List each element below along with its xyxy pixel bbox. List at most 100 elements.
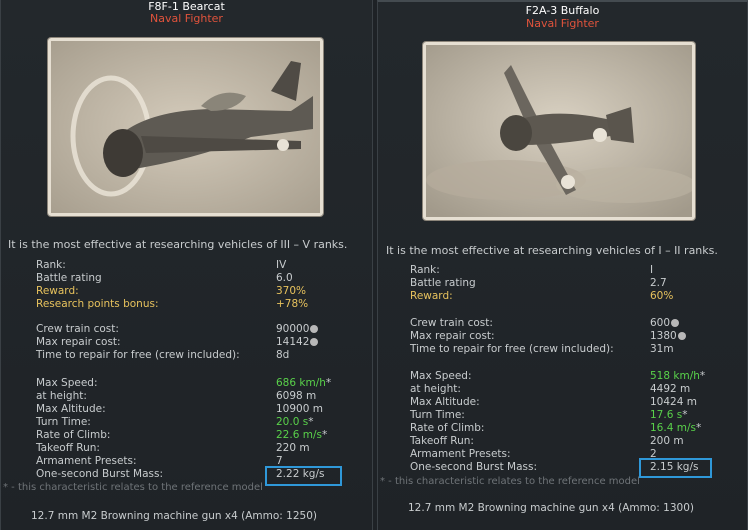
stat-label: Rate of Climb: (410, 422, 485, 434)
stat-label: Battle rating (36, 272, 102, 284)
vehicle-card-f8f-1: F8F-1 Bearcat Naval Fighter It is the mo… (0, 0, 373, 530)
stat-value: 1380 (650, 330, 686, 343)
stat-label: Rank: (410, 264, 440, 276)
stat-row: Max Speed: 686 km/h* (36, 377, 366, 390)
stat-row: Battle rating 2.7 (410, 277, 740, 290)
stat-value: 16.4 m/s* (650, 422, 702, 434)
reference-footnote: * - this characteristic relates to the r… (380, 476, 640, 487)
stat-value: 370% (276, 285, 307, 297)
stat-label: Time to repair for free (crew included): (36, 349, 240, 361)
silver-lions-icon (310, 325, 319, 333)
stat-value: 20.0 s* (276, 416, 314, 428)
research-note: It is the most effective at researching … (8, 238, 348, 251)
stat-row: Rate of Climb: 16.4 m/s* (410, 422, 740, 435)
stat-value: 4492 m (650, 383, 691, 395)
stat-row: Battle rating 6.0 (36, 272, 366, 285)
reference-star: * (321, 429, 328, 441)
stat-value: 6098 m (276, 390, 317, 402)
stat-label: Max Altitude: (410, 396, 480, 408)
stat-value: 2.7 (650, 277, 667, 289)
stat-label: Crew train cost: (410, 317, 493, 329)
stat-value: 22.6 m/s* (276, 429, 328, 441)
stat-label: Takeoff Run: (36, 442, 100, 454)
stat-row: Time to repair for free (crew included):… (410, 343, 740, 356)
research-note: It is the most effective at researching … (386, 244, 718, 257)
stat-value: 600 (650, 317, 680, 330)
stat-label: One-second Burst Mass: (410, 461, 538, 473)
stat-row: Reward: 370% (36, 285, 366, 298)
burst-mass-highlight (265, 466, 342, 486)
stat-row: at height: 6098 m (36, 390, 366, 403)
silver-lions-icon (310, 338, 319, 346)
stat-label: Max Speed: (36, 377, 98, 389)
aircraft-photo (423, 42, 695, 220)
stat-row: Turn Time: 20.0 s* (36, 416, 366, 429)
stat-value: 686 km/h* (276, 377, 332, 389)
stat-row: Max repair cost: 1380 (410, 330, 740, 343)
stat-value: 31m (650, 343, 674, 355)
vehicle-name: F2A-3 Buffalo (525, 4, 600, 17)
reference-footnote: * - this characteristic relates to the r… (3, 482, 263, 493)
stat-value: 90000 (276, 323, 319, 336)
stat-label: Research points bonus: (36, 298, 159, 310)
stat-label: Armament Presets: (410, 448, 511, 460)
stat-value: 10424 m (650, 396, 697, 408)
stat-label: Rank: (36, 259, 66, 271)
reference-star: * (682, 409, 688, 421)
stat-row: Max Speed: 518 km/h* (410, 370, 740, 383)
stat-value: I (650, 264, 654, 276)
stat-row: Reward: 60% (410, 290, 740, 303)
silver-lions-icon (671, 319, 680, 327)
stat-label: Rate of Climb: (36, 429, 111, 441)
stat-row: Max Altitude: 10900 m (36, 403, 366, 416)
stat-row: Turn Time: 17.6 s* (410, 409, 740, 422)
stat-label: Takeoff Run: (410, 435, 474, 447)
stat-value: 220 m (276, 442, 310, 454)
stat-row: Takeoff Run: 200 m (410, 435, 740, 448)
stat-label: Crew train cost: (36, 323, 119, 335)
vehicle-role: Naval Fighter (526, 17, 599, 30)
burst-mass-highlight (639, 458, 712, 478)
stat-row: at height: 4492 m (410, 383, 740, 396)
stat-row: Time to repair for free (crew included):… (36, 349, 366, 362)
stat-row: Rate of Climb: 22.6 m/s* (36, 429, 366, 442)
reference-star: * (699, 370, 706, 382)
weapon-info: 12.7 mm M2 Browning machine gun x4 (Ammo… (31, 510, 317, 522)
vehicle-card-f2a-3: F2A-3 Buffalo Naval Fighter It is the mo… (377, 0, 748, 530)
stat-label: Armament Presets: (36, 455, 137, 467)
stat-label: Reward: (36, 285, 79, 297)
stat-value: IV (276, 259, 287, 271)
stat-value: 6.0 (276, 272, 293, 284)
stat-label: at height: (36, 390, 87, 402)
stat-row: Max repair cost: 14142 (36, 336, 366, 349)
stat-value: 60% (650, 290, 674, 302)
stat-label: Max repair cost: (410, 330, 495, 342)
stat-value: 10900 m (276, 403, 323, 415)
stat-label: Battle rating (410, 277, 476, 289)
stat-label: at height: (410, 383, 461, 395)
silver-lions-icon (677, 332, 686, 340)
stat-value: 14142 (276, 336, 319, 349)
stat-label: Max repair cost: (36, 336, 121, 348)
stat-value: +78% (276, 298, 309, 310)
stat-value: 17.6 s* (650, 409, 688, 421)
weapon-info: 12.7 mm M2 Browning machine gun x4 (Ammo… (408, 502, 694, 514)
stat-label: Turn Time: (410, 409, 465, 421)
stat-row: Crew train cost: 90000 (36, 323, 366, 336)
stat-label: Reward: (410, 290, 453, 302)
stat-label: Turn Time: (36, 416, 91, 428)
reference-star: * (325, 377, 332, 389)
aircraft-photo (48, 38, 323, 216)
stat-label: Max Altitude: (36, 403, 106, 415)
stat-row: Max Altitude: 10424 m (410, 396, 740, 409)
stat-value: 200 m (650, 435, 684, 447)
stat-label: Time to repair for free (crew included): (410, 343, 614, 355)
stat-label: Max Speed: (410, 370, 472, 382)
stat-label: One-second Burst Mass: (36, 468, 164, 480)
stat-row: Rank: IV (36, 259, 366, 272)
stat-row: Rank: I (410, 264, 740, 277)
stat-value: 518 km/h* (650, 370, 706, 382)
stat-value: 8d (276, 349, 290, 361)
vehicle-role: Naval Fighter (150, 12, 223, 25)
stat-row: Takeoff Run: 220 m (36, 442, 366, 455)
